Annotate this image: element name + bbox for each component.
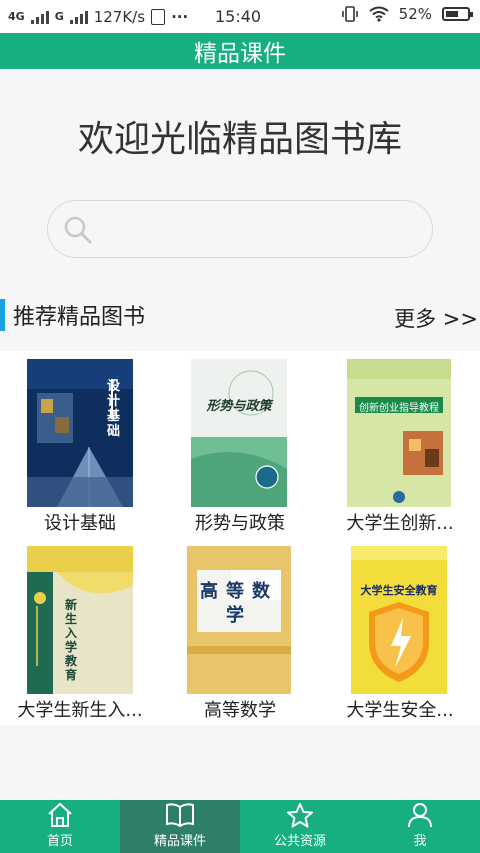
clock: 15:40 (215, 7, 262, 26)
person-icon (408, 803, 432, 828)
book-cover-title: 设计基础 (107, 379, 121, 439)
network-type-label-2: G (54, 10, 64, 23)
wifi-icon (369, 6, 389, 22)
book-item-policy[interactable]: 形势与政策 形势与政策 (160, 351, 320, 536)
status-right: 52% (341, 5, 473, 23)
app-bar: 精品课件 (0, 33, 480, 69)
signal-icon-2 (69, 10, 88, 24)
book-title[interactable]: 设计基础 (0, 509, 160, 535)
book-cover-freshman[interactable]: 新生入学教育 (27, 546, 133, 694)
book-title[interactable]: 高等数学 (160, 696, 320, 722)
tab-courseware[interactable]: 精品课件 (120, 800, 240, 853)
book-icon (166, 803, 194, 828)
book-item-design[interactable]: 设计基础 设计基础 (0, 351, 160, 536)
tab-label: 公共资源 (273, 834, 326, 849)
battery-icon (442, 7, 473, 21)
search-box[interactable] (47, 200, 433, 258)
status-left: 4G G 127K/s ··· (8, 8, 188, 26)
book-cover-design[interactable]: 设计基础 (27, 359, 133, 507)
tab-label: 我 (413, 834, 427, 849)
book-item-innovation[interactable]: 创新创业指导教程 大学生创新... (320, 351, 480, 536)
book-title[interactable]: 大学生新生入... (0, 696, 160, 722)
book-title[interactable]: 形势与政策 (160, 509, 320, 535)
book-cover-title: 新生入学教育 (65, 598, 78, 682)
sim-icon (151, 8, 166, 25)
book-grid: 设计基础 设计基础 形势与政策 形势与政策 创新创业指导教程 大学生创新... … (0, 351, 480, 725)
bottom-tab-bar: 首页 精品课件 公共资源 我 (0, 800, 480, 853)
network-type-label: 4G (8, 10, 25, 23)
vibrate-icon (341, 6, 358, 22)
book-cover-innovation[interactable]: 创新创业指导教程 (347, 359, 451, 507)
star-icon (287, 803, 313, 828)
home-icon (48, 802, 72, 827)
page-title: 精品课件 (194, 41, 286, 67)
book-item-freshman[interactable]: 新生入学教育 大学生新生入... (0, 538, 160, 723)
tab-label: 首页 (46, 834, 73, 849)
book-title[interactable]: 大学生创新... (320, 509, 480, 535)
more-dots: ··· (171, 7, 189, 26)
book-cover-math[interactable]: 高等数学 (187, 546, 291, 694)
search-icon[interactable] (62, 214, 94, 246)
tab-label: 精品课件 (153, 834, 206, 849)
book-item-safety[interactable]: 大学生安全教育 大学生安全... (320, 538, 480, 723)
more-link[interactable]: 更多 >> (394, 303, 478, 333)
welcome-heading: 欢迎光临精品图书库 (77, 119, 402, 160)
section-title: 推荐精品图书 (13, 305, 146, 330)
book-cover-title: 高等数学 (200, 581, 278, 626)
book-item-math[interactable]: 高等数学 高等数学 (160, 538, 320, 723)
net-speed: 127K/s (93, 7, 146, 26)
book-cover-title: 大学生安全教育 (360, 584, 438, 597)
book-cover-title: 形势与政策 (206, 399, 272, 414)
battery-percent: 52% (398, 5, 432, 23)
search-input[interactable] (108, 215, 408, 243)
tab-me[interactable]: 我 (360, 800, 480, 853)
signal-icon (30, 10, 49, 24)
book-cover-policy[interactable]: 形势与政策 (191, 359, 287, 507)
book-title[interactable]: 大学生安全... (320, 696, 480, 722)
tab-public-resources[interactable]: 公共资源 (240, 800, 360, 853)
book-cover-safety[interactable]: 大学生安全教育 (351, 546, 447, 694)
section-accent-bar (0, 299, 5, 331)
section-header: 推荐精品图书 更多 >> (0, 298, 480, 332)
tab-home[interactable]: 首页 (0, 800, 120, 853)
book-cover-title: 创新创业指导教程 (359, 403, 439, 414)
status-bar: 4G G 127K/s ··· 15:40 52% (0, 0, 480, 33)
